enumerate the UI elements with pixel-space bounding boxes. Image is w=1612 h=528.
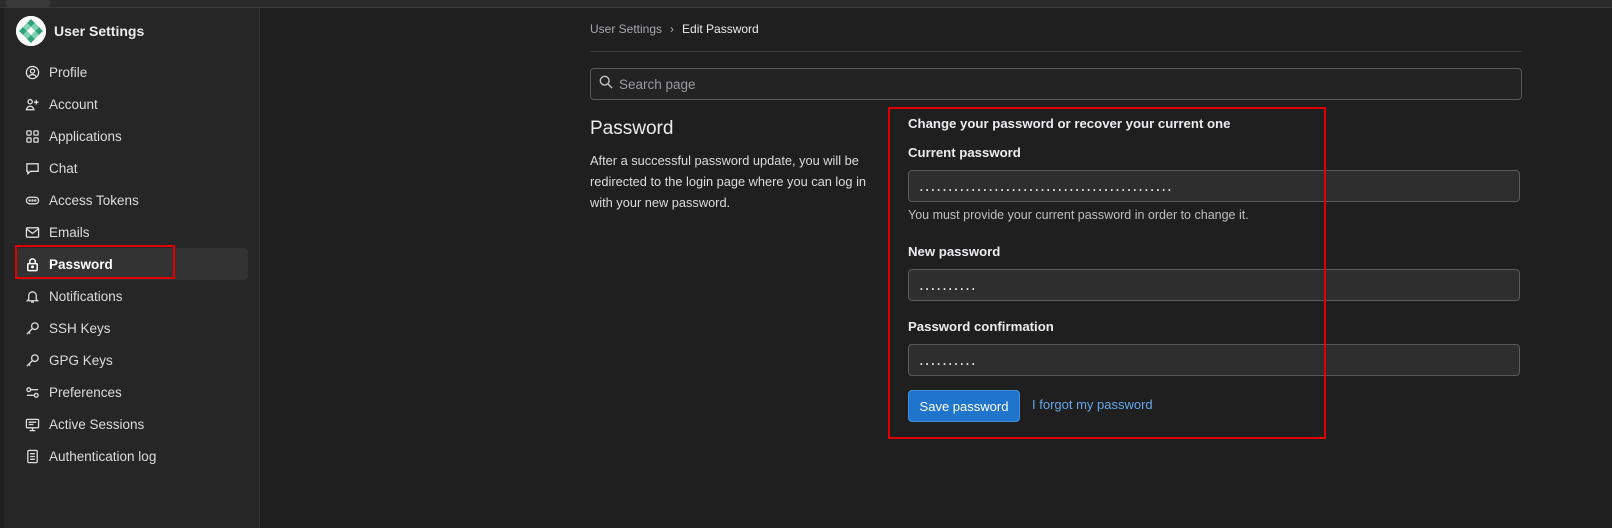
sidebar-nav: Profile Account Applications Chat Access… xyxy=(16,56,248,472)
sidebar-title: User Settings xyxy=(54,23,145,39)
form-heading: Change your password or recover your cur… xyxy=(908,116,1231,131)
sidebar-item-notifications[interactable]: Notifications xyxy=(16,280,248,312)
save-password-button[interactable]: Save password xyxy=(908,390,1020,422)
sidebar-item-password[interactable]: Password xyxy=(16,248,248,280)
sidebar-item-ssh-keys[interactable]: SSH Keys xyxy=(16,312,248,344)
section-description: After a successful password update, you … xyxy=(590,153,867,210)
sidebar-item-gpg-keys[interactable]: GPG Keys xyxy=(16,344,248,376)
sidebar-item-profile[interactable]: Profile xyxy=(16,56,248,88)
sidebar-item-label: Account xyxy=(49,96,98,112)
breadcrumb-parent[interactable]: User Settings xyxy=(590,22,662,36)
log-icon xyxy=(24,448,40,464)
current-password-field[interactable] xyxy=(908,170,1520,202)
token-icon xyxy=(24,192,40,208)
sidebar-item-emails[interactable]: Emails xyxy=(16,216,248,248)
bell-icon xyxy=(24,288,40,304)
sidebar-item-label: Active Sessions xyxy=(49,416,145,432)
current-password-label: Current password xyxy=(908,145,1021,160)
breadcrumb-separator: › xyxy=(670,22,675,36)
applications-icon xyxy=(24,128,40,144)
browser-top-bar xyxy=(0,0,1612,8)
password-confirmation-field[interactable] xyxy=(908,344,1520,376)
sidebar-item-label: Preferences xyxy=(49,384,122,400)
sidebar-item-label: Emails xyxy=(49,224,90,240)
sidebar-item-access-tokens[interactable]: Access Tokens xyxy=(16,184,248,216)
sidebar-item-label: Access Tokens xyxy=(49,192,139,208)
search-icon xyxy=(599,75,613,94)
sidebar-item-active-sessions[interactable]: Active Sessions xyxy=(16,408,248,440)
current-password-help: You must provide your current password i… xyxy=(908,208,1249,222)
breadcrumb-current: Edit Password xyxy=(682,22,759,36)
sidebar-item-applications[interactable]: Applications xyxy=(16,120,248,152)
sidebar-item-label: Profile xyxy=(49,64,88,80)
sidebar-item-label: GPG Keys xyxy=(49,352,113,368)
chat-icon xyxy=(24,160,40,176)
section-title: Password xyxy=(590,118,674,139)
sidebar-item-label: Chat xyxy=(49,160,78,176)
profile-icon xyxy=(24,64,40,80)
lock-icon xyxy=(24,256,40,272)
sidebar-item-label: Applications xyxy=(49,128,122,144)
new-password-label: New password xyxy=(908,244,1001,259)
sidebar-item-label: SSH Keys xyxy=(49,320,111,336)
sidebar-item-label: Authentication log xyxy=(49,448,157,464)
monitor-icon xyxy=(24,416,40,432)
key-icon xyxy=(24,320,40,336)
sidebar-item-account[interactable]: Account xyxy=(16,88,248,120)
account-icon xyxy=(24,96,40,112)
sidebar-item-label: Notifications xyxy=(49,288,123,304)
forgot-password-link[interactable]: I forgot my password xyxy=(1032,397,1153,412)
right-margin xyxy=(1522,8,1612,528)
search-bar[interactable] xyxy=(590,68,1522,100)
sidebar-item-label: Password xyxy=(49,256,113,272)
search-input[interactable] xyxy=(619,76,1499,92)
divider xyxy=(590,51,1522,52)
sidebar-header[interactable]: User Settings xyxy=(16,16,144,46)
password-confirmation-label: Password confirmation xyxy=(908,319,1054,334)
sidebar-item-preferences[interactable]: Preferences xyxy=(16,376,248,408)
settings-sidebar: User Settings Profile Account Applicatio… xyxy=(4,8,260,528)
browser-tab[interactable] xyxy=(6,0,50,7)
email-icon xyxy=(24,224,40,240)
new-password-field[interactable] xyxy=(908,269,1520,301)
key-icon xyxy=(24,352,40,368)
sidebar-item-authentication-log[interactable]: Authentication log xyxy=(16,440,248,472)
preferences-icon xyxy=(24,384,40,400)
avatar[interactable] xyxy=(16,16,46,46)
breadcrumb: User Settings › Edit Password xyxy=(590,22,759,36)
sidebar-item-chat[interactable]: Chat xyxy=(16,152,248,184)
